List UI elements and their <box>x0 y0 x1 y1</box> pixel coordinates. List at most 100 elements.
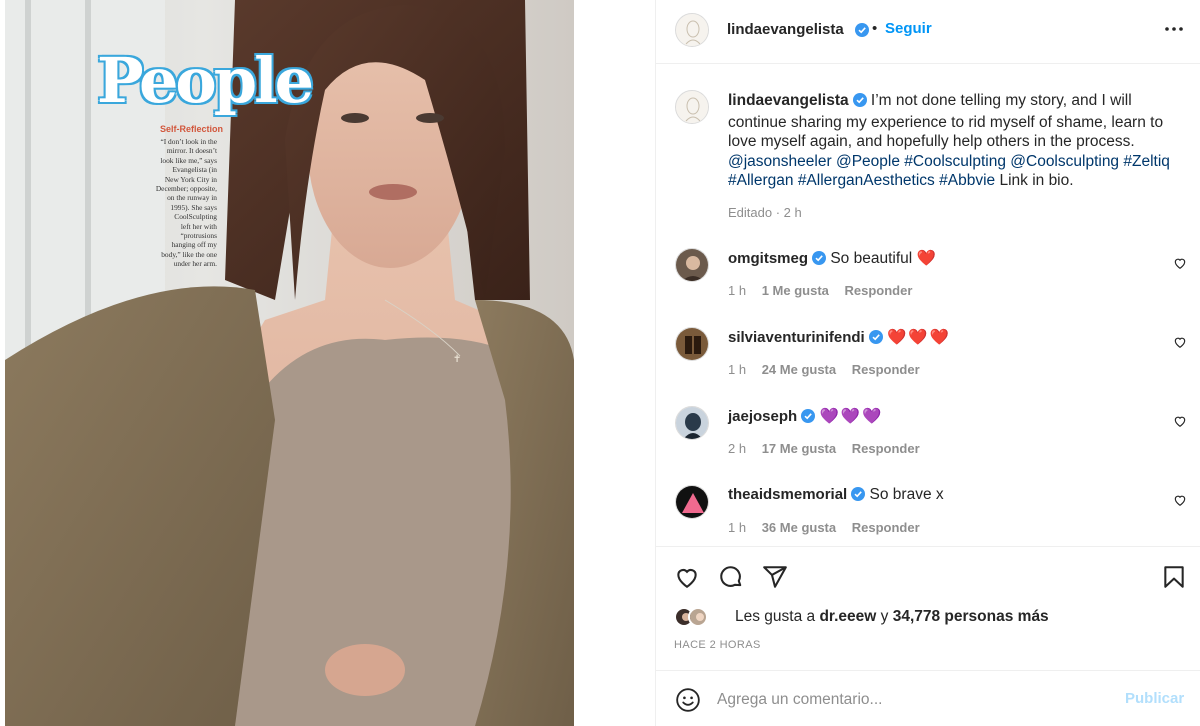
svg-text:✝: ✝ <box>453 354 461 365</box>
liker-avatar[interactable] <box>688 607 708 627</box>
verified-badge-icon <box>801 409 816 428</box>
caption-line: on the runway in <box>167 193 217 203</box>
reply-button[interactable]: Responder <box>852 362 920 377</box>
caption-line: look like me,” says <box>160 155 217 165</box>
comment-item: jaejoseph 💜💜💜 2 h 17 Me gusta Responder <box>656 406 1200 485</box>
hashtag-link[interactable]: #Abbvie <box>939 172 995 189</box>
caption-line: 1995). She says <box>170 202 217 212</box>
caption-suffix: Link in bio. <box>999 172 1074 189</box>
magazine-caption-body: “I don’t look in the mirror. It doesn’t … <box>131 137 217 269</box>
share-send-icon[interactable] <box>762 564 788 590</box>
caption-line: CoolSculpting <box>174 212 217 222</box>
caption-line: body,” like the one <box>161 249 217 259</box>
commenter-avatar[interactable] <box>675 485 709 519</box>
more-options-icon[interactable] <box>1162 22 1186 36</box>
like-comment-heart-icon[interactable] <box>1173 493 1187 507</box>
comment-line: silviaventurinifendi ❤️❤️❤️ <box>728 328 951 349</box>
caption-line: left her with <box>180 221 217 231</box>
publish-button[interactable]: Publicar <box>1125 690 1184 707</box>
like-comment-heart-icon[interactable] <box>1173 335 1187 349</box>
hashtag-link[interactable]: #Coolsculpting <box>904 153 1006 170</box>
caption-line: under her arm. <box>173 259 217 269</box>
post-time-ago[interactable]: HACE 2 HORAS <box>674 639 761 651</box>
comment-likes[interactable]: 17 Me gusta <box>762 441 836 456</box>
comments-section[interactable]: lindaevangelista I’m not done telling my… <box>656 65 1200 546</box>
hashtag-link[interactable]: #Allergan <box>728 172 794 189</box>
caption-line: mirror. It doesn’t <box>166 146 217 156</box>
post-header: lindaevangelista • Seguir <box>656 0 1200 64</box>
commenter-username[interactable]: theaidsmemorial <box>728 486 847 503</box>
author-avatar[interactable] <box>675 13 709 47</box>
comment-text: So brave x <box>869 486 944 503</box>
caption-line: December; opposite, <box>155 184 217 194</box>
comment-input[interactable] <box>717 687 1107 713</box>
hashtag-link[interactable]: #AllerganAesthetics <box>798 172 935 189</box>
caption-text: lindaevangelista I’m not done telling my… <box>728 91 1188 191</box>
magazine-logo: People <box>97 44 314 117</box>
commenter-avatar[interactable] <box>675 406 709 440</box>
comment-meta: 2 h 17 Me gusta Responder <box>728 441 932 456</box>
caption-line: “protrusions <box>180 231 217 241</box>
like-heart-icon[interactable] <box>674 564 700 590</box>
verified-badge-icon <box>868 330 883 349</box>
comment-meta: 1 h 1 Me gusta Responder <box>728 283 924 298</box>
verified-badge-icon <box>855 23 869 42</box>
comment-time: 1 h <box>728 362 747 377</box>
comment-bubble-icon[interactable] <box>718 564 744 590</box>
reply-button[interactable]: Responder <box>852 520 920 535</box>
like-comment-heart-icon[interactable] <box>1173 414 1187 428</box>
comment-likes[interactable]: 24 Me gusta <box>762 362 836 377</box>
comment-meta: 1 h 24 Me gusta Responder <box>728 362 932 377</box>
author-username[interactable]: lindaevangelista <box>727 21 844 38</box>
comment-emoji: ❤️❤️❤️ <box>887 329 951 346</box>
caption-username[interactable]: lindaevangelista <box>728 92 849 109</box>
likes-prefix: Les gusta a <box>735 608 816 625</box>
comment-item: silviaventurinifendi ❤️❤️❤️ 1 h 24 Me gu… <box>656 327 1200 406</box>
follow-button[interactable]: Seguir <box>885 20 932 37</box>
verified-badge-icon <box>812 251 827 270</box>
commenter-username[interactable]: silviaventurinifendi <box>728 329 865 346</box>
caption-line: New York City in <box>164 174 217 184</box>
hashtag-link[interactable]: #Zeltiq <box>1123 153 1170 170</box>
comment-emoji: 💜💜💜 <box>819 408 884 425</box>
commenter-username[interactable]: omgitsmeg <box>728 250 808 267</box>
comment-meta: 1 h 36 Me gusta Responder <box>728 520 932 535</box>
verified-badge-icon <box>852 93 867 113</box>
commenter-avatar[interactable] <box>675 327 709 361</box>
likes-connector: y <box>880 608 889 625</box>
liked-by-user[interactable]: dr.eeew <box>819 608 876 625</box>
mention-link[interactable]: @jasonsheeler <box>728 153 832 170</box>
caption-line: Evangelista (in <box>172 165 217 175</box>
comment-time: 1 h <box>728 520 747 535</box>
comment-line: theaidsmemorial So brave x <box>728 486 944 506</box>
separator-dot: • <box>872 20 878 37</box>
comment-likes[interactable]: 1 Me gusta <box>762 283 829 298</box>
comment-item: theaidsmemorial So brave x 1 h 36 Me gus… <box>656 485 1200 546</box>
comment-text: So beautiful <box>830 250 913 267</box>
comment-item: omgitsmeg So beautiful ❤️ 1 h 1 Me gusta… <box>656 248 1200 327</box>
reply-button[interactable]: Responder <box>845 283 913 298</box>
post-image[interactable]: ✝ People Self-Reflection “I don’t look i… <box>5 0 574 726</box>
likes-count[interactable]: 34,778 personas más <box>893 608 1049 625</box>
likes-text: Les gusta a dr.eeew y 34,778 personas má… <box>735 608 1049 626</box>
emoji-smiley-icon[interactable] <box>675 687 701 713</box>
commenter-avatar[interactable] <box>675 248 709 282</box>
reply-button[interactable]: Responder <box>852 441 920 456</box>
save-bookmark-icon[interactable] <box>1161 564 1187 590</box>
comment-emoji: ❤️ <box>916 250 938 267</box>
comment-time: 1 h <box>728 283 747 298</box>
caption-line: “I don’t look in the <box>160 137 217 146</box>
mention-link[interactable]: @People <box>836 153 900 170</box>
like-comment-heart-icon[interactable] <box>1173 256 1187 270</box>
post-side-panel: lindaevangelista • Seguir lindaevangelis… <box>655 0 1200 726</box>
mention-link[interactable]: @Coolsculpting <box>1010 153 1119 170</box>
panel-gap <box>574 0 655 726</box>
magazine-caption-title: Self-Reflection <box>159 124 223 134</box>
caption-edited-time: Editado · 2 h <box>728 205 802 220</box>
comment-line: omgitsmeg So beautiful ❤️ <box>728 249 938 270</box>
comment-line: jaejoseph 💜💜💜 <box>728 407 883 428</box>
caption-author-avatar[interactable] <box>675 90 709 124</box>
add-comment-bar: Publicar <box>656 670 1200 726</box>
commenter-username[interactable]: jaejoseph <box>728 408 797 425</box>
comment-likes[interactable]: 36 Me gusta <box>762 520 836 535</box>
